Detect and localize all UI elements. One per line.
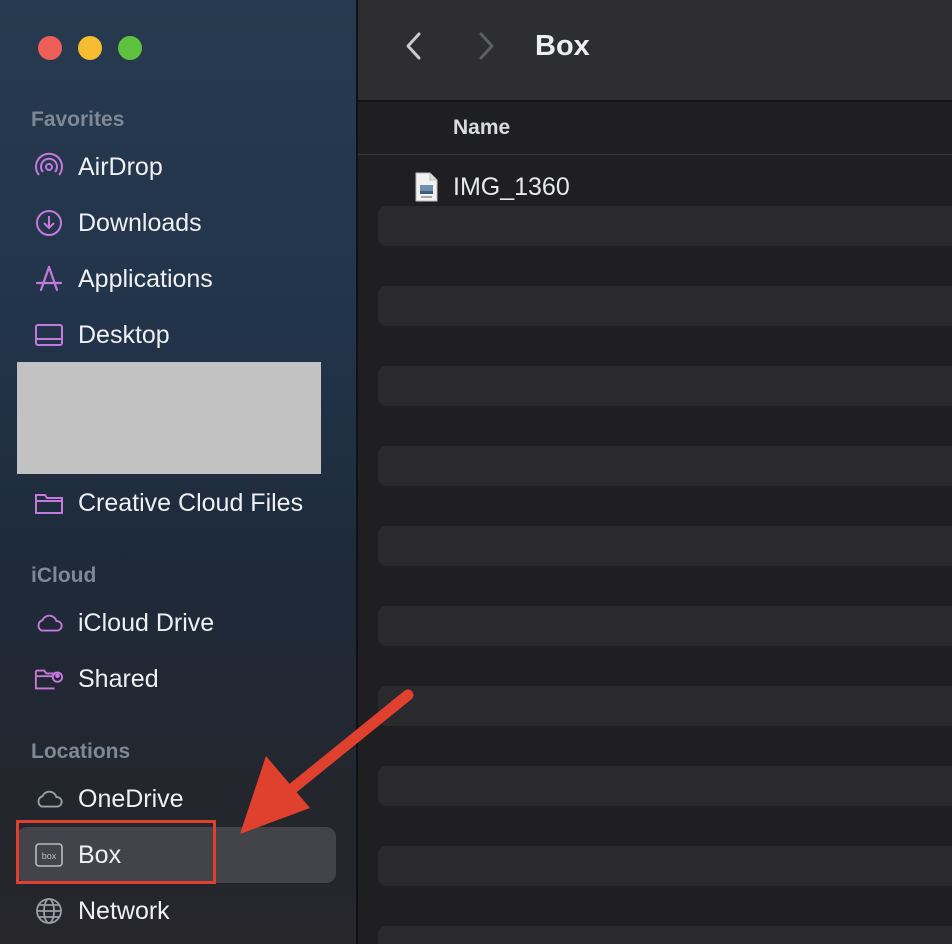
empty-row-stripe — [378, 686, 952, 726]
forward-button[interactable] — [466, 28, 506, 68]
sidebar-item-label: OneDrive — [78, 784, 184, 813]
empty-row-stripe — [378, 526, 952, 566]
sidebar-item-label: Network — [78, 896, 170, 925]
zoom-button[interactable] — [118, 36, 142, 60]
sidebar-item-creative-cloud-files[interactable]: Creative Cloud Files — [17, 475, 336, 531]
cloud-icon — [34, 784, 64, 814]
sidebar-item-label: Shared — [78, 664, 159, 693]
empty-row-stripe — [378, 286, 952, 326]
empty-row-stripe — [378, 846, 952, 886]
desktop-icon — [34, 320, 64, 350]
sidebar-item-downloads[interactable]: Downloads — [17, 195, 336, 251]
chevron-left-icon — [402, 30, 426, 67]
sidebar-item-airdrop[interactable]: AirDrop — [17, 139, 336, 195]
empty-row-stripe — [378, 766, 952, 806]
empty-row-stripe — [378, 206, 952, 246]
file-row[interactable]: IMG_1360 — [378, 166, 952, 206]
sidebar: Favorites AirDrop Downloads Applications… — [0, 0, 358, 944]
sidebar-item-applications[interactable]: Applications — [17, 251, 336, 307]
finder-window: Favorites AirDrop Downloads Applications… — [0, 0, 952, 944]
file-name: IMG_1360 — [453, 173, 570, 201]
redacted-area — [17, 362, 321, 474]
window-title: Box — [535, 30, 590, 62]
sidebar-item-label: Desktop — [78, 320, 170, 349]
sidebar-item-label: Creative Cloud Files — [78, 488, 304, 517]
cloud-icon — [34, 608, 64, 638]
toolbar: Box — [358, 0, 952, 102]
folder-icon — [34, 488, 64, 518]
section-title-locations: Locations — [31, 740, 131, 763]
airdrop-icon — [34, 152, 64, 182]
sidebar-item-shared[interactable]: Shared — [17, 651, 336, 707]
back-button[interactable] — [394, 28, 434, 68]
image-file-icon — [414, 172, 438, 207]
window-controls — [38, 36, 142, 60]
sidebar-item-label: AirDrop — [78, 152, 163, 181]
sidebar-item-label: iCloud Drive — [78, 608, 215, 637]
applications-icon — [34, 264, 64, 294]
sidebar-item-network[interactable]: Network — [17, 883, 336, 939]
globe-icon — [34, 896, 64, 926]
sidebar-item-onedrive[interactable]: OneDrive — [17, 771, 336, 827]
sidebar-item-label: Applications — [78, 264, 213, 293]
empty-row-stripe — [378, 606, 952, 646]
download-icon — [34, 208, 64, 238]
minimize-button[interactable] — [78, 36, 102, 60]
chevron-right-icon — [474, 30, 498, 67]
sidebar-item-icloud-drive[interactable]: iCloud Drive — [17, 595, 336, 651]
shared-folder-icon — [34, 664, 64, 694]
sidebar-item-desktop[interactable]: Desktop — [17, 307, 336, 363]
empty-row-stripe — [378, 926, 952, 944]
column-header: Name — [358, 102, 952, 155]
main-pane: Box Name IMG_1360 — [358, 0, 952, 944]
column-header-name[interactable]: Name — [453, 116, 510, 140]
empty-row-stripe — [378, 366, 952, 406]
section-title-icloud: iCloud — [31, 564, 97, 587]
annotation-highlight-box — [16, 820, 216, 884]
sidebar-item-label: Downloads — [78, 208, 202, 237]
empty-row-stripe — [378, 446, 952, 486]
close-button[interactable] — [38, 36, 62, 60]
section-title-favorites: Favorites — [31, 108, 125, 131]
